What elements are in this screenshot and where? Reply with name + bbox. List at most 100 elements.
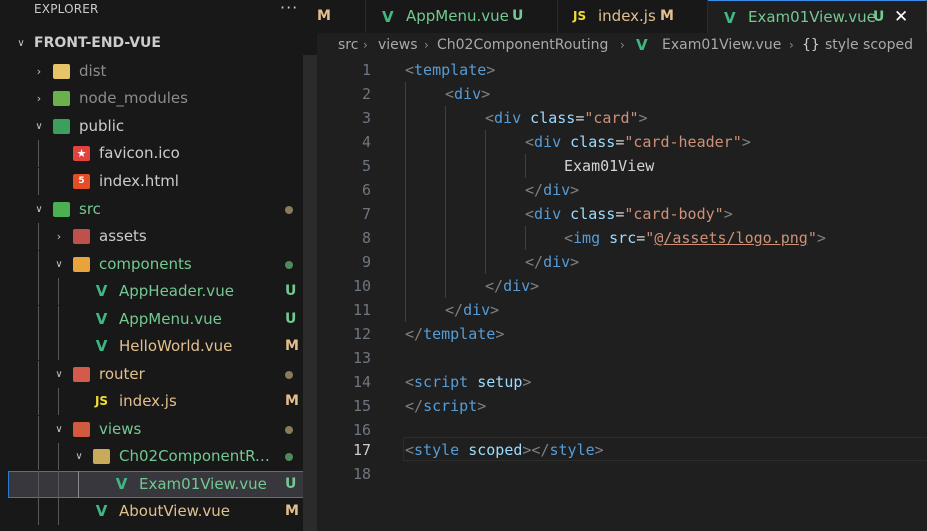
tree-item-label: router xyxy=(99,365,145,383)
modified-dot xyxy=(285,426,293,434)
tab-appmenu[interactable]: V AppMenu.vue U xyxy=(366,0,558,33)
breadcrumb-item-file[interactable]: Exam01View.vue xyxy=(662,33,781,57)
tree-item-appheader[interactable]: V AppHeader.vue U xyxy=(8,278,317,305)
indent-guide xyxy=(38,471,39,498)
chevron-down-icon: ∨ xyxy=(55,259,63,270)
indent-guide xyxy=(445,130,446,154)
tree-item-ch02-folder[interactable]: ∨ Ch02ComponentRouting xyxy=(8,443,317,470)
editor-tab-bar: M V AppMenu.vue U JS index.js M V Exam01… xyxy=(317,0,927,33)
chevron-right-icon: › xyxy=(36,65,42,78)
indent-guide xyxy=(445,178,446,202)
git-status-badge: U xyxy=(285,311,297,327)
more-actions-icon[interactable]: ··· xyxy=(280,0,298,17)
indent-guide xyxy=(485,154,486,178)
tree-item-node-modules[interactable]: › node_modules xyxy=(8,85,317,112)
indent-guide xyxy=(38,168,39,195)
code-tag: div xyxy=(454,85,482,103)
project-root[interactable]: ∨ FRONT-END-VUE xyxy=(8,30,317,57)
code-tag: style xyxy=(414,441,460,459)
tree-item-aboutview[interactable]: V AboutView.vue M xyxy=(8,498,317,525)
line-number: 18 xyxy=(352,465,371,483)
indent-guide xyxy=(38,251,39,278)
tree-item-appmenu[interactable]: V AppMenu.vue U xyxy=(8,306,317,333)
tree-item-assets[interactable]: › assets xyxy=(8,223,317,250)
tree-item-components[interactable]: ∨ components xyxy=(8,251,317,278)
folder-components-icon xyxy=(73,257,90,272)
indent-guide xyxy=(38,443,39,470)
line-number: 13 xyxy=(352,349,371,367)
code-tag: div xyxy=(463,301,491,319)
code-tag: script xyxy=(414,373,469,391)
tab-label: index.js xyxy=(598,7,656,25)
chevron-down-icon: ∨ xyxy=(75,451,83,462)
tree-item-label: dist xyxy=(79,62,107,80)
vue-icon: V xyxy=(115,475,128,493)
tree-item-dist[interactable]: › dist xyxy=(8,58,317,85)
indent-guide xyxy=(38,140,39,167)
tree-item-src[interactable]: ∨ src xyxy=(8,196,317,223)
indent-guide xyxy=(58,388,59,415)
vue-icon: V xyxy=(95,310,108,328)
indent-guide xyxy=(485,226,486,250)
code-line-5: Exam01View xyxy=(564,154,654,178)
tree-item-label: src xyxy=(79,200,101,218)
tree-item-label: AppHeader.vue xyxy=(119,282,234,300)
folder-views-icon xyxy=(73,422,90,437)
indent-guide xyxy=(78,471,79,498)
chevron-down-icon: ∨ xyxy=(35,204,43,215)
code-line-3: <div class="card"> xyxy=(485,109,648,127)
js-icon: JS xyxy=(573,9,587,23)
vue-icon: V xyxy=(95,282,108,300)
indent-guide xyxy=(485,250,486,274)
tree-item-router[interactable]: ∨ router xyxy=(8,361,317,388)
chevron-right-icon: › xyxy=(36,92,42,105)
line-number: 4 xyxy=(361,133,371,151)
indent-guide xyxy=(38,333,39,360)
indent-guide xyxy=(405,130,406,154)
vue-icon: V xyxy=(636,36,648,54)
line-number: 1 xyxy=(361,61,371,79)
tree-item-label: components xyxy=(99,255,192,273)
indent-guide xyxy=(38,306,39,333)
tab-truncated[interactable]: M xyxy=(317,0,366,33)
chevron-right-icon: › xyxy=(620,38,625,52)
indent-guide xyxy=(405,202,406,226)
tree-item-public[interactable]: ∨ public xyxy=(8,113,317,140)
tree-item-label: public xyxy=(79,117,125,135)
breadcrumb-item-symbol[interactable]: style scoped xyxy=(825,33,913,57)
explorer-scrollbar[interactable] xyxy=(303,55,317,531)
code-string: "card" xyxy=(584,109,639,127)
tab-exam01view[interactable]: V Exam01View.vue U ✕ xyxy=(708,0,927,33)
indent-guide xyxy=(58,306,59,333)
breadcrumb-item-views[interactable]: views xyxy=(378,33,418,57)
code-line-9: </div> xyxy=(525,253,580,271)
git-status-badge: M xyxy=(285,338,299,354)
indent-guide xyxy=(405,154,406,178)
tab-status: M xyxy=(317,8,331,24)
indent-guide xyxy=(38,223,39,250)
indent-guide xyxy=(405,274,406,298)
close-icon[interactable]: ✕ xyxy=(894,1,908,34)
tree-item-helloworld[interactable]: V HelloWorld.vue M xyxy=(8,333,317,360)
chevron-down-icon: ∨ xyxy=(55,369,63,380)
indent-guide xyxy=(58,471,59,498)
breadcrumb-item-src[interactable]: src xyxy=(338,33,358,57)
code-attr: src xyxy=(609,229,637,247)
chevron-down-icon: ∨ xyxy=(35,121,43,132)
folder-dist-icon xyxy=(53,64,70,79)
tree-item-views[interactable]: ∨ views xyxy=(8,416,317,443)
tree-item-index-html[interactable]: 5 index.html xyxy=(8,168,317,195)
line-number: 6 xyxy=(361,181,371,199)
line-number: 12 xyxy=(352,325,371,343)
tree-item-exam01view[interactable]: V Exam01View.vue U xyxy=(8,471,317,498)
tab-index-js[interactable]: JS index.js M xyxy=(558,0,708,33)
tree-item-index-js[interactable]: JS index.js M xyxy=(8,388,317,415)
line-number: 15 xyxy=(352,397,371,415)
folder-assets-icon xyxy=(73,229,90,244)
indent-guide xyxy=(38,416,39,443)
breadcrumb-item-folder[interactable]: Ch02ComponentRouting xyxy=(437,33,608,57)
code-editor[interactable]: 1 2 3 4 5 6 7 8 9 10 11 12 13 14 15 16 1… xyxy=(317,58,927,531)
code-line-4: <div class="card-header"> xyxy=(525,133,751,151)
tree-item-favicon[interactable]: ★ favicon.ico xyxy=(8,140,317,167)
code-link[interactable]: @/assets/logo.png xyxy=(654,229,808,247)
